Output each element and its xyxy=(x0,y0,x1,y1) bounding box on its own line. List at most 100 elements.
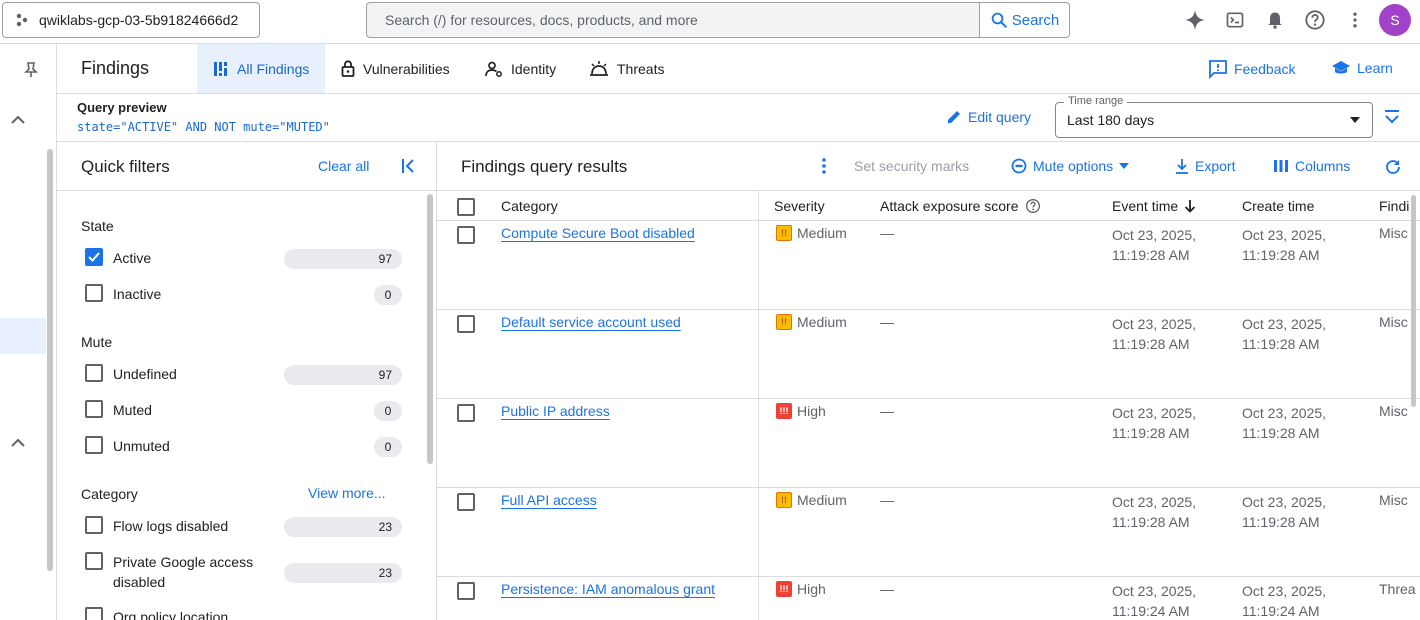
create-date: Oct 23, 2025, xyxy=(1242,316,1327,332)
table-row[interactable]: Default service account used !! Medium —… xyxy=(437,310,1420,399)
checkbox[interactable] xyxy=(85,400,103,418)
finding-category-link[interactable]: Compute Secure Boot disabled xyxy=(501,225,695,241)
threats-icon xyxy=(589,60,609,77)
checkbox[interactable] xyxy=(85,436,103,454)
time-range-select[interactable]: Time range Last 180 days xyxy=(1055,95,1373,138)
tab-label: Identity xyxy=(511,60,557,77)
feedback-button[interactable]: Feedback xyxy=(1208,59,1295,79)
search-icon xyxy=(990,11,1008,29)
cloud-shell-icon[interactable] xyxy=(1223,8,1247,32)
finding-category-link[interactable]: Default service account used xyxy=(501,314,681,330)
page-title: Findings xyxy=(81,58,150,78)
notifications-icon[interactable] xyxy=(1263,8,1287,32)
refresh-icon[interactable] xyxy=(1384,158,1402,176)
table-row[interactable]: Persistence: IAM anomalous grant !!! Hig… xyxy=(437,577,1420,620)
query-preview-row: Query preview state="ACTIVE" AND NOT mut… xyxy=(57,94,1420,142)
column-header-create-time[interactable]: Create time xyxy=(1242,198,1314,214)
help-icon[interactable] xyxy=(1303,8,1327,32)
tab-threats[interactable]: Threats xyxy=(573,44,680,93)
tab-label: Vulnerabilities xyxy=(363,60,450,77)
sort-arrow-down-icon xyxy=(1184,199,1196,213)
columns-button[interactable]: Columns xyxy=(1273,158,1350,174)
checkbox[interactable] xyxy=(85,552,103,570)
severity-label: High xyxy=(797,581,826,597)
event-time-cell: Oct 23, 2025, 11:19:28 AM xyxy=(1112,225,1232,265)
filter-count: 23 xyxy=(284,563,402,583)
filters-scrollbar[interactable] xyxy=(427,194,433,464)
clear-all-button[interactable]: Clear all xyxy=(318,158,369,174)
tab-identity[interactable]: Identity xyxy=(469,44,572,93)
column-header-finding-class[interactable]: Findi xyxy=(1379,198,1409,214)
severity-medium-icon: !! xyxy=(776,314,792,330)
avatar[interactable]: S xyxy=(1379,4,1411,36)
columns-label: Columns xyxy=(1295,158,1351,174)
expand-more-icon[interactable] xyxy=(1383,108,1401,126)
rail-item-selected[interactable] xyxy=(0,318,46,354)
finding-category-link[interactable]: Public IP address xyxy=(501,403,610,419)
event-clock: 11:19:28 AM xyxy=(1112,425,1190,441)
time-range-value: Last 180 days xyxy=(1067,112,1155,128)
column-header-attack-exposure[interactable]: Attack exposure score xyxy=(880,198,1041,214)
row-checkbox[interactable] xyxy=(457,582,475,600)
row-checkbox[interactable] xyxy=(457,315,475,333)
learn-button[interactable]: Learn xyxy=(1331,59,1393,77)
chevron-up-icon[interactable] xyxy=(11,438,25,448)
table-scrollbar[interactable] xyxy=(1411,195,1416,407)
checkbox[interactable] xyxy=(85,364,103,382)
finding-category-link[interactable]: Full API access xyxy=(501,492,597,508)
edit-query-button[interactable]: Edit query xyxy=(946,109,1031,125)
filter-section-title: State xyxy=(81,218,114,234)
checkbox[interactable] xyxy=(85,607,103,620)
pencil-icon xyxy=(946,109,962,125)
finding-category-link[interactable]: Persistence: IAM anomalous grant xyxy=(501,581,715,597)
export-button[interactable]: Export xyxy=(1175,158,1235,174)
checkbox[interactable] xyxy=(85,248,103,266)
gemini-icon[interactable] xyxy=(1183,8,1207,32)
mute-options-button[interactable]: Mute options xyxy=(1011,158,1130,174)
event-date: Oct 23, 2025, xyxy=(1112,494,1197,510)
table-row[interactable]: Full API access !! Medium — Oct 23, 2025… xyxy=(437,488,1420,577)
checkbox[interactable] xyxy=(85,284,103,302)
set-security-marks-button[interactable]: Set security marks xyxy=(854,158,969,174)
time-range-label: Time range xyxy=(1064,95,1128,107)
row-checkbox[interactable] xyxy=(457,493,475,511)
pin-icon[interactable] xyxy=(24,62,38,78)
filter-label: Unmuted xyxy=(113,438,170,454)
more-vert-icon[interactable] xyxy=(1343,8,1367,32)
view-more-link[interactable]: View more... xyxy=(308,485,386,501)
search-button[interactable]: Search xyxy=(979,3,1069,37)
column-header-category[interactable]: Category xyxy=(501,198,558,214)
attack-exposure-value: — xyxy=(880,581,894,597)
event-time-cell: Oct 23, 2025, 11:19:28 AM xyxy=(1112,403,1232,443)
help-icon[interactable] xyxy=(1025,198,1041,214)
create-time-cell: Oct 23, 2025, 11:19:28 AM xyxy=(1242,314,1362,354)
finding-class-value: Misc xyxy=(1379,492,1408,508)
select-all-checkbox[interactable] xyxy=(457,198,475,216)
table-header: Category Severity Attack exposure score … xyxy=(437,191,1420,221)
filter-label: Active xyxy=(113,250,152,266)
project-picker[interactable]: qwiklabs-gcp-03-5b91824666d2 xyxy=(2,2,260,38)
event-date: Oct 23, 2025, xyxy=(1112,583,1197,599)
filter-section-title: Mute xyxy=(81,334,113,350)
table-row[interactable]: Public IP address !!! High — Oct 23, 202… xyxy=(437,399,1420,488)
column-header-event-time[interactable]: Event time xyxy=(1112,198,1196,214)
columns-icon xyxy=(1273,159,1289,173)
tab-vulnerabilities[interactable]: Vulnerabilities xyxy=(325,44,466,93)
chevron-up-icon[interactable] xyxy=(11,115,25,125)
collapse-panel-icon[interactable] xyxy=(400,157,418,175)
tab-all-findings[interactable]: All Findings xyxy=(197,44,326,93)
table-row[interactable]: Compute Secure Boot disabled !! Medium —… xyxy=(437,221,1420,310)
quick-filters-panel: Quick filters Clear all State Active 97 … xyxy=(57,142,437,620)
more-vert-icon[interactable] xyxy=(820,157,828,175)
search-input[interactable]: Search (/) for resources, docs, products… xyxy=(367,3,979,37)
rail-scrollbar[interactable] xyxy=(47,149,53,571)
row-checkbox[interactable] xyxy=(457,404,475,422)
row-checkbox[interactable] xyxy=(457,226,475,244)
severity-medium-icon: !! xyxy=(776,225,792,241)
create-clock: 11:19:28 AM xyxy=(1242,247,1320,263)
query-preview-label: Query preview xyxy=(77,100,167,115)
checkbox[interactable] xyxy=(85,516,103,534)
column-header-severity[interactable]: Severity xyxy=(774,198,825,214)
mute-options-label: Mute options xyxy=(1033,158,1114,174)
column-label: Create time xyxy=(1242,198,1315,214)
